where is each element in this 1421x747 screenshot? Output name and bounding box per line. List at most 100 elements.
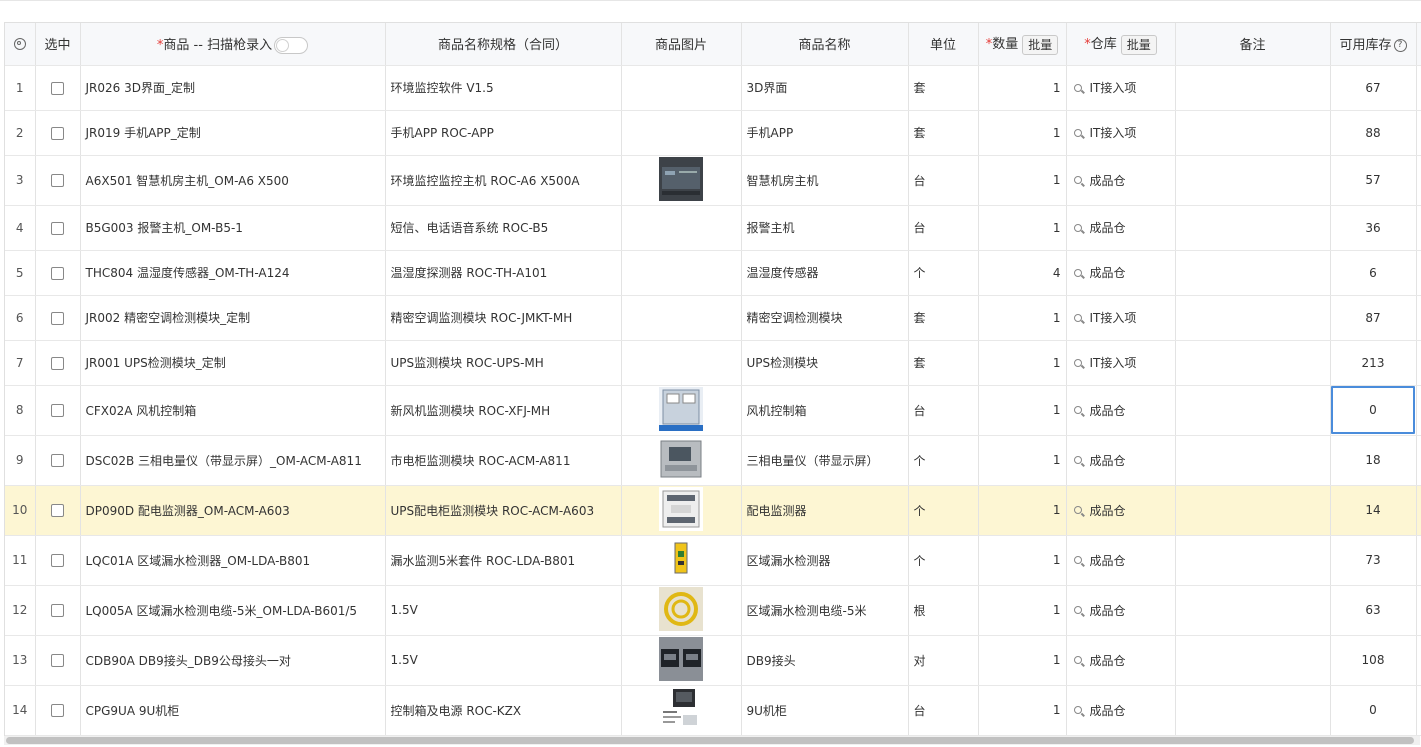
qty-cell[interactable]: 1 [978,535,1067,586]
qty-cell[interactable]: 1 [978,685,1067,736]
row-select-cell[interactable] [35,340,81,386]
row-select-cell[interactable] [35,535,81,586]
product-cell[interactable]: DP090D 配电监测器_OM-ACM-A603 [80,485,386,536]
remark-cell[interactable] [1175,435,1331,486]
warehouse-batch-button[interactable]: 批量 [1120,34,1157,55]
remark-cell[interactable] [1175,635,1331,686]
stock-cell[interactable]: 108 [1330,635,1417,686]
row-select-cell[interactable] [35,295,81,341]
remark-cell[interactable] [1175,110,1331,156]
warehouse-cell[interactable]: 成品仓 [1066,535,1176,586]
search-icon[interactable] [1073,656,1082,664]
scrollbar-thumb[interactable] [6,737,1414,744]
horizontal-scrollbar[interactable] [4,736,1420,745]
row-checkbox[interactable] [51,126,64,140]
qty-cell[interactable]: 1 [978,435,1067,486]
remark-cell[interactable] [1175,65,1331,111]
row-select-cell[interactable] [35,585,81,636]
scan-toggle[interactable] [274,36,309,54]
warehouse-cell[interactable]: 成品仓 [1066,435,1176,486]
remark-cell[interactable] [1175,340,1331,386]
table-row[interactable]: 4 B5G003 报警主机_OM-B5-1 短信、电话语音系统 ROC-B5 报警主机… [5,205,1421,251]
qty-batch-button[interactable]: 批量 [1022,34,1059,55]
product-cell[interactable]: CPG9UA 9U机柜 [80,685,386,736]
table-row[interactable]: 8 CFX02A 风机控制箱 新风机监测模块 ROC-XFJ-MH 风机控制箱台 1 成品… [5,385,1421,436]
remark-cell[interactable] [1175,155,1331,206]
spec-cell[interactable]: 控制箱及电源 ROC-KZX [385,685,622,736]
stock-cell[interactable]: 18 [1330,435,1417,486]
warehouse-cell[interactable]: IT接入项 [1066,295,1176,341]
qty-cell[interactable]: 1 [978,585,1067,636]
table-row[interactable]: 10 DP090D 配电监测器_OM-ACM-A603 UPS配电柜监测模块 ROC… [5,485,1421,536]
spec-cell[interactable]: 温湿度探测器 ROC-TH-A101 [385,250,622,296]
table-row[interactable]: 1 JR026 3D界面_定制 环境监控软件 V1.5 3D界面套 1 IT接入项 67 [5,65,1421,111]
remark-cell[interactable] [1175,250,1331,296]
stock-cell[interactable]: 36 [1330,205,1417,251]
product-cell[interactable]: A6X501 智慧机房主机_OM-A6 X500 [80,155,386,206]
table-row[interactable]: 12 LQ005A 区域漏水检测电缆-5米_OM-LDA-B601/5 1.5V 区域… [5,585,1421,636]
warehouse-cell[interactable]: IT接入项 [1066,340,1176,386]
column-settings[interactable] [5,23,36,66]
spec-cell[interactable]: 1.5V [385,585,622,636]
stock-cell[interactable]: 88 [1330,110,1417,156]
row-checkbox[interactable] [51,654,64,667]
qty-cell[interactable]: 1 [978,635,1067,686]
spec-cell[interactable]: 手机APP ROC-APP [385,110,622,156]
row-select-cell[interactable] [35,635,81,686]
remark-cell[interactable] [1175,205,1331,251]
row-checkbox[interactable] [51,454,64,467]
row-select-cell[interactable] [35,110,81,156]
qty-cell[interactable]: 4 [978,250,1067,296]
row-checkbox[interactable] [51,174,64,187]
search-icon[interactable] [1073,456,1082,464]
search-icon[interactable] [1073,406,1082,414]
row-checkbox[interactable] [51,704,64,717]
qty-cell[interactable]: 1 [978,65,1067,111]
product-cell[interactable]: LQC01A 区域漏水检测器_OM-LDA-B801 [80,535,386,586]
row-checkbox[interactable] [51,554,64,567]
search-icon[interactable] [1073,176,1082,184]
table-row[interactable]: 7 JR001 UPS检测模块_定制 UPS监测模块 ROC-UPS-MH UPS检测… [5,340,1421,386]
spec-cell[interactable]: 环境监控软件 V1.5 [385,65,622,111]
remark-cell[interactable] [1175,585,1331,636]
qty-cell[interactable]: 1 [978,205,1067,251]
qty-cell[interactable]: 1 [978,340,1067,386]
stock-cell[interactable]: 67 [1330,65,1417,111]
qty-cell[interactable]: 1 [978,155,1067,206]
remark-cell[interactable] [1175,685,1331,736]
row-checkbox[interactable] [51,311,64,325]
qty-cell[interactable]: 1 [978,110,1067,156]
qty-cell[interactable]: 1 [978,485,1067,536]
warehouse-cell[interactable]: 成品仓 [1066,485,1176,536]
row-select-cell[interactable] [35,65,81,111]
row-select-cell[interactable] [35,685,81,736]
search-icon[interactable] [1073,706,1082,714]
row-select-cell[interactable] [35,205,81,251]
remark-cell[interactable] [1175,535,1331,586]
table-row[interactable]: 9 DSC02B 三相电量仪（带显示屏）_OM-ACM-A811 市电柜监测模块 R… [5,435,1421,486]
product-cell[interactable]: JR026 3D界面_定制 [80,65,386,111]
row-checkbox[interactable] [51,604,64,617]
product-cell[interactable]: B5G003 报警主机_OM-B5-1 [80,205,386,251]
qty-cell[interactable]: 1 [978,385,1067,436]
row-select-cell[interactable] [35,485,81,536]
row-checkbox[interactable] [51,356,64,370]
remark-cell[interactable] [1175,295,1331,341]
warehouse-cell[interactable]: IT接入项 [1066,110,1176,156]
row-select-cell[interactable] [35,155,81,206]
remark-cell[interactable] [1175,385,1331,436]
search-icon[interactable] [1073,128,1082,137]
product-cell[interactable]: JR002 精密空调检测模块_定制 [80,295,386,341]
product-cell[interactable]: DSC02B 三相电量仪（带显示屏）_OM-ACM-A811 [80,435,386,486]
product-cell[interactable]: CFX02A 风机控制箱 [80,385,386,436]
table-row[interactable]: 5 THC804 温湿度传感器_OM-TH-A124 温湿度探测器 ROC-TH-A… [5,250,1421,296]
warehouse-cell[interactable]: 成品仓 [1066,685,1176,736]
stock-cell[interactable]: 213 [1330,340,1417,386]
stock-cell[interactable]: 63 [1330,585,1417,636]
table-row[interactable]: 2 JR019 手机APP_定制 手机APP ROC-APP 手机APP 套 1 IT接入项… [5,110,1421,156]
search-icon[interactable] [1073,268,1082,277]
search-icon[interactable] [1073,556,1082,564]
row-checkbox[interactable] [51,504,64,517]
spec-cell[interactable]: 新风机监测模块 ROC-XFJ-MH [385,385,622,436]
product-cell[interactable]: CDB90A DB9接头_DB9公母接头一对 [80,635,386,686]
